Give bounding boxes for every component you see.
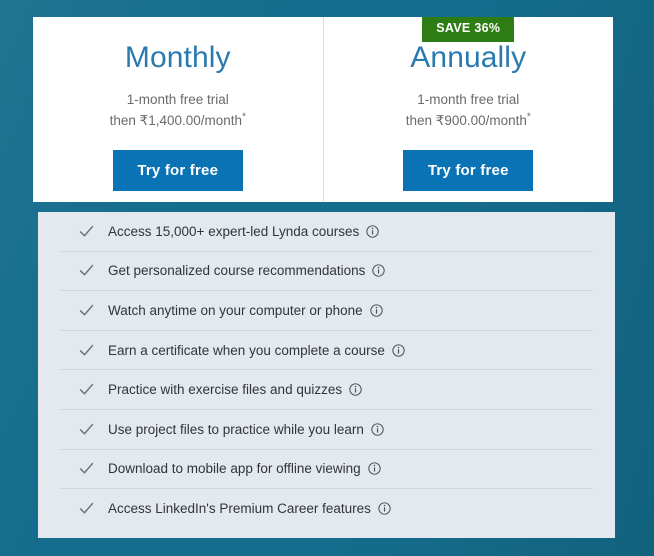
- info-icon[interactable]: [367, 462, 381, 476]
- feature-label: Watch anytime on your computer or phone: [108, 302, 363, 318]
- feature-label: Download to mobile app for offline viewi…: [108, 461, 361, 477]
- plan-title-monthly: Monthly: [124, 41, 231, 74]
- check-icon: [79, 502, 94, 514]
- feature-row: Download to mobile app for offline viewi…: [60, 450, 593, 490]
- plan-title-annually: Annually: [410, 41, 527, 74]
- plan-pricing-annually: 1-month free trial then ₹900.00/month*: [406, 90, 531, 132]
- features-panel: Access 15,000+ expert-led Lynda courses G…: [38, 212, 615, 538]
- info-icon[interactable]: [392, 343, 405, 357]
- feature-row: Practice with exercise files and quizzes: [60, 370, 593, 410]
- check-icon: [79, 423, 94, 435]
- feature-row: Get personalized course recommendations: [60, 252, 593, 292]
- info-icon[interactable]: [366, 225, 379, 238]
- plan-trial-monthly: 1-month free trial: [126, 92, 229, 107]
- feature-row: Access LinkedIn's Premium Career feature…: [60, 489, 593, 528]
- feature-label: Earn a certificate when you complete a c…: [108, 342, 385, 358]
- save-badge: SAVE 36%: [422, 17, 515, 42]
- feature-label: Access LinkedIn's Premium Career feature…: [108, 500, 371, 516]
- feature-label: Access 15,000+ expert-led Lynda courses: [108, 223, 360, 239]
- info-icon[interactable]: [372, 264, 386, 278]
- feature-label: Practice with exercise files and quizzes: [108, 382, 343, 398]
- pricing-card: Monthly 1-month free trial then ₹1,400.0…: [33, 17, 613, 202]
- try-for-free-button-annually[interactable]: Try for free: [403, 149, 534, 191]
- feature-row: Use project files to practice while you …: [60, 410, 593, 450]
- info-icon[interactable]: [349, 383, 362, 396]
- plan-trial-annually: 1-month free trial: [417, 92, 520, 107]
- info-icon[interactable]: [371, 423, 384, 436]
- plan-monthly: Monthly 1-month free trial then ₹1,400.0…: [33, 17, 323, 202]
- feature-label: Use project files to practice while you …: [108, 421, 364, 437]
- check-icon: [79, 304, 94, 316]
- feature-row: Earn a certificate when you complete a c…: [60, 331, 593, 371]
- check-icon: [79, 225, 94, 237]
- feature-label: Get personalized course recommendations: [108, 263, 366, 279]
- feature-row: Watch anytime on your computer or phone: [60, 291, 593, 331]
- plan-price-asterisk-monthly: *: [242, 111, 246, 123]
- plan-price-monthly: then ₹1,400.00/month: [109, 112, 243, 128]
- plan-price-asterisk-annually: *: [526, 111, 531, 123]
- plan-price-annually: then ₹900.00/month: [405, 112, 527, 128]
- info-icon[interactable]: [369, 304, 383, 317]
- plan-pricing-monthly: 1-month free trial then ₹1,400.00/month*: [110, 90, 246, 132]
- check-icon: [79, 463, 94, 474]
- check-icon: [79, 344, 94, 356]
- info-icon[interactable]: [378, 502, 391, 515]
- check-icon: [79, 384, 94, 395]
- try-for-free-button-monthly[interactable]: Try for free: [112, 149, 243, 191]
- check-icon: [79, 265, 94, 276]
- feature-row: Access 15,000+ expert-led Lynda courses: [60, 212, 593, 252]
- plan-annually: SAVE 36% Annually 1-month free trial the…: [322, 17, 614, 202]
